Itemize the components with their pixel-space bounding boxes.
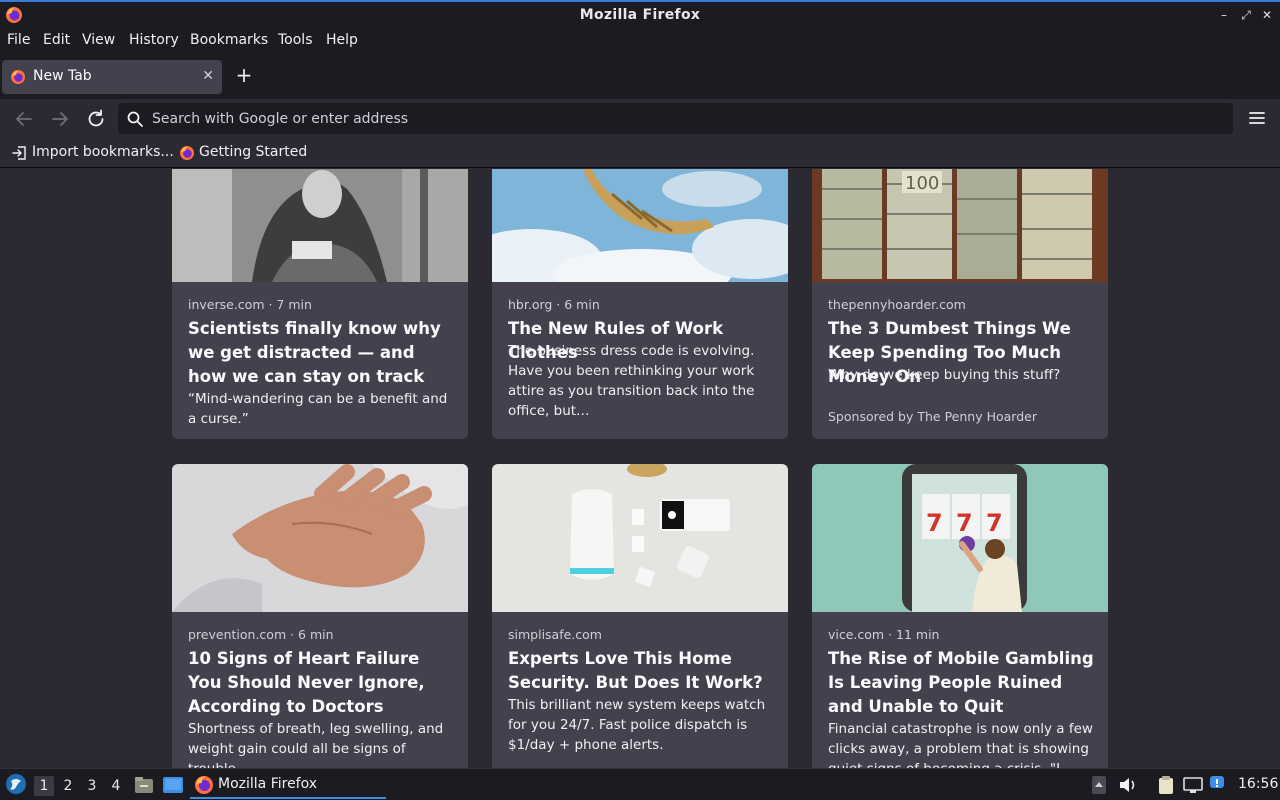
- volume-icon[interactable]: [1118, 776, 1138, 794]
- svg-text:100: 100: [905, 173, 939, 194]
- firefox-icon: [195, 776, 213, 794]
- story-card[interactable]: inverse.com · 7 min Scientists finally k…: [172, 169, 468, 439]
- story-image: [492, 169, 788, 282]
- menu-tools[interactable]: Tools: [278, 32, 313, 48]
- workspace-2[interactable]: 2: [58, 776, 78, 796]
- bookmark-import[interactable]: Import bookmarks...: [12, 144, 174, 162]
- menu-bookmarks[interactable]: Bookmarks: [190, 32, 268, 48]
- address-bar[interactable]: [118, 103, 1233, 134]
- taskbar-firefox-window[interactable]: Mozilla Firefox: [190, 771, 386, 799]
- menu-history[interactable]: History: [129, 32, 179, 48]
- menu-help[interactable]: Help: [326, 32, 358, 48]
- bookmarks-toolbar: Import bookmarks... Getting Started: [0, 139, 1280, 168]
- story-card[interactable]: prevention.com · 6 min 10 Signs of Heart…: [172, 464, 468, 768]
- story-source: thepennyhoarder.com: [828, 297, 966, 312]
- menu-edit[interactable]: Edit: [43, 32, 70, 48]
- close-tab-icon[interactable]: ✕: [202, 68, 214, 84]
- clipboard-icon[interactable]: [1156, 775, 1176, 795]
- story-source: simplisafe.com: [508, 627, 602, 642]
- story-card[interactable]: 7 7 7 vice.com · 11 min The Rise of Mobi…: [812, 464, 1108, 768]
- story-excerpt: Why do we keep buying this stuff?: [828, 367, 1061, 383]
- menu-bar: File Edit View History Bookmarks Tools H…: [0, 29, 1280, 54]
- bookmark-getting-started[interactable]: Getting Started: [179, 144, 309, 162]
- search-icon: [127, 111, 143, 127]
- notification-icon[interactable]: [1208, 774, 1228, 794]
- svg-text:7: 7: [926, 509, 943, 537]
- story-excerpt: The business dress code is evolving. Hav…: [508, 343, 755, 419]
- new-tab-button[interactable]: +: [233, 64, 255, 86]
- workspace-4[interactable]: 4: [106, 776, 126, 796]
- story-image: [492, 464, 788, 612]
- story-excerpt: Financial catastrophe is now only a few …: [828, 721, 1093, 768]
- story-source: hbr.org · 6 min: [508, 297, 600, 312]
- menu-file[interactable]: File: [7, 32, 30, 48]
- back-arrow-icon[interactable]: [12, 107, 36, 131]
- workspace-3[interactable]: 3: [82, 776, 102, 796]
- tab-strip: New Tab ✕ +: [0, 54, 1280, 99]
- story-excerpt: Shortness of breath, leg swelling, and w…: [188, 721, 444, 768]
- address-input[interactable]: [152, 107, 1212, 130]
- show-desktop-icon[interactable]: [162, 775, 184, 795]
- tab-label: New Tab: [33, 68, 92, 84]
- file-manager-icon[interactable]: [134, 775, 154, 795]
- story-title: Scientists finally know why we get distr…: [188, 319, 441, 386]
- svg-text:7: 7: [986, 509, 1003, 537]
- story-image: [172, 169, 468, 282]
- taskbar-window-label: Mozilla Firefox: [218, 776, 318, 792]
- story-image: [172, 464, 468, 612]
- forward-arrow-icon[interactable]: [48, 107, 72, 131]
- sponsor-label: Sponsored by The Penny Hoarder: [828, 409, 1037, 424]
- story-image: 7 7 7: [812, 464, 1108, 612]
- story-title: Experts Love This Home Security. But Doe…: [508, 649, 763, 692]
- story-title: The Rise of Mobile Gambling Is Leaving P…: [828, 649, 1094, 716]
- menu-view[interactable]: View: [82, 32, 115, 48]
- taskbar-clock: 16:56: [1238, 776, 1279, 792]
- navigation-toolbar: [0, 99, 1280, 139]
- story-source: vice.com · 11 min: [828, 627, 940, 642]
- story-card[interactable]: hbr.org · 6 min The New Rules of Work Cl…: [492, 169, 788, 439]
- close-window-button[interactable]: ✕: [1258, 6, 1276, 24]
- firefox-icon: [11, 70, 25, 84]
- start-menu-icon[interactable]: [5, 773, 27, 795]
- maximize-button[interactable]: ⤢: [1237, 6, 1255, 24]
- story-card[interactable]: simplisafe.com Experts Love This Home Se…: [492, 464, 788, 768]
- firefox-icon: [180, 146, 194, 160]
- story-image: 100: [812, 169, 1108, 282]
- title-bar: Mozilla Firefox – ⤢ ✕: [0, 0, 1280, 29]
- story-title: 10 Signs of Heart Failure You Should Nev…: [188, 649, 425, 716]
- story-card[interactable]: 100 thepennyhoarder.com The 3 Dumbest Th…: [812, 169, 1108, 439]
- hamburger-menu-icon[interactable]: [1246, 107, 1268, 129]
- window-title: Mozilla Firefox: [579, 7, 701, 23]
- svg-text:7: 7: [956, 509, 973, 537]
- bookmark-label: Import bookmarks...: [32, 144, 174, 160]
- new-tab-page: inverse.com · 7 min Scientists finally k…: [0, 169, 1280, 768]
- story-source: prevention.com · 6 min: [188, 627, 334, 642]
- import-icon: [12, 146, 26, 160]
- tab-new-tab[interactable]: New Tab ✕: [2, 60, 222, 94]
- story-source: inverse.com · 7 min: [188, 297, 312, 312]
- network-icon[interactable]: [1182, 775, 1204, 795]
- taskbar: 1 2 3 4 Mozilla Firefox 16:56: [0, 768, 1280, 800]
- story-excerpt: “Mind-wandering can be a benefit and a c…: [188, 391, 448, 427]
- bookmark-label: Getting Started: [199, 144, 308, 160]
- tray-arrow-icon[interactable]: [1092, 776, 1106, 794]
- workspace-1[interactable]: 1: [34, 776, 54, 796]
- minimize-button[interactable]: –: [1215, 6, 1233, 24]
- story-excerpt: This brilliant new system keeps watch fo…: [508, 697, 766, 753]
- reload-icon[interactable]: [84, 107, 108, 131]
